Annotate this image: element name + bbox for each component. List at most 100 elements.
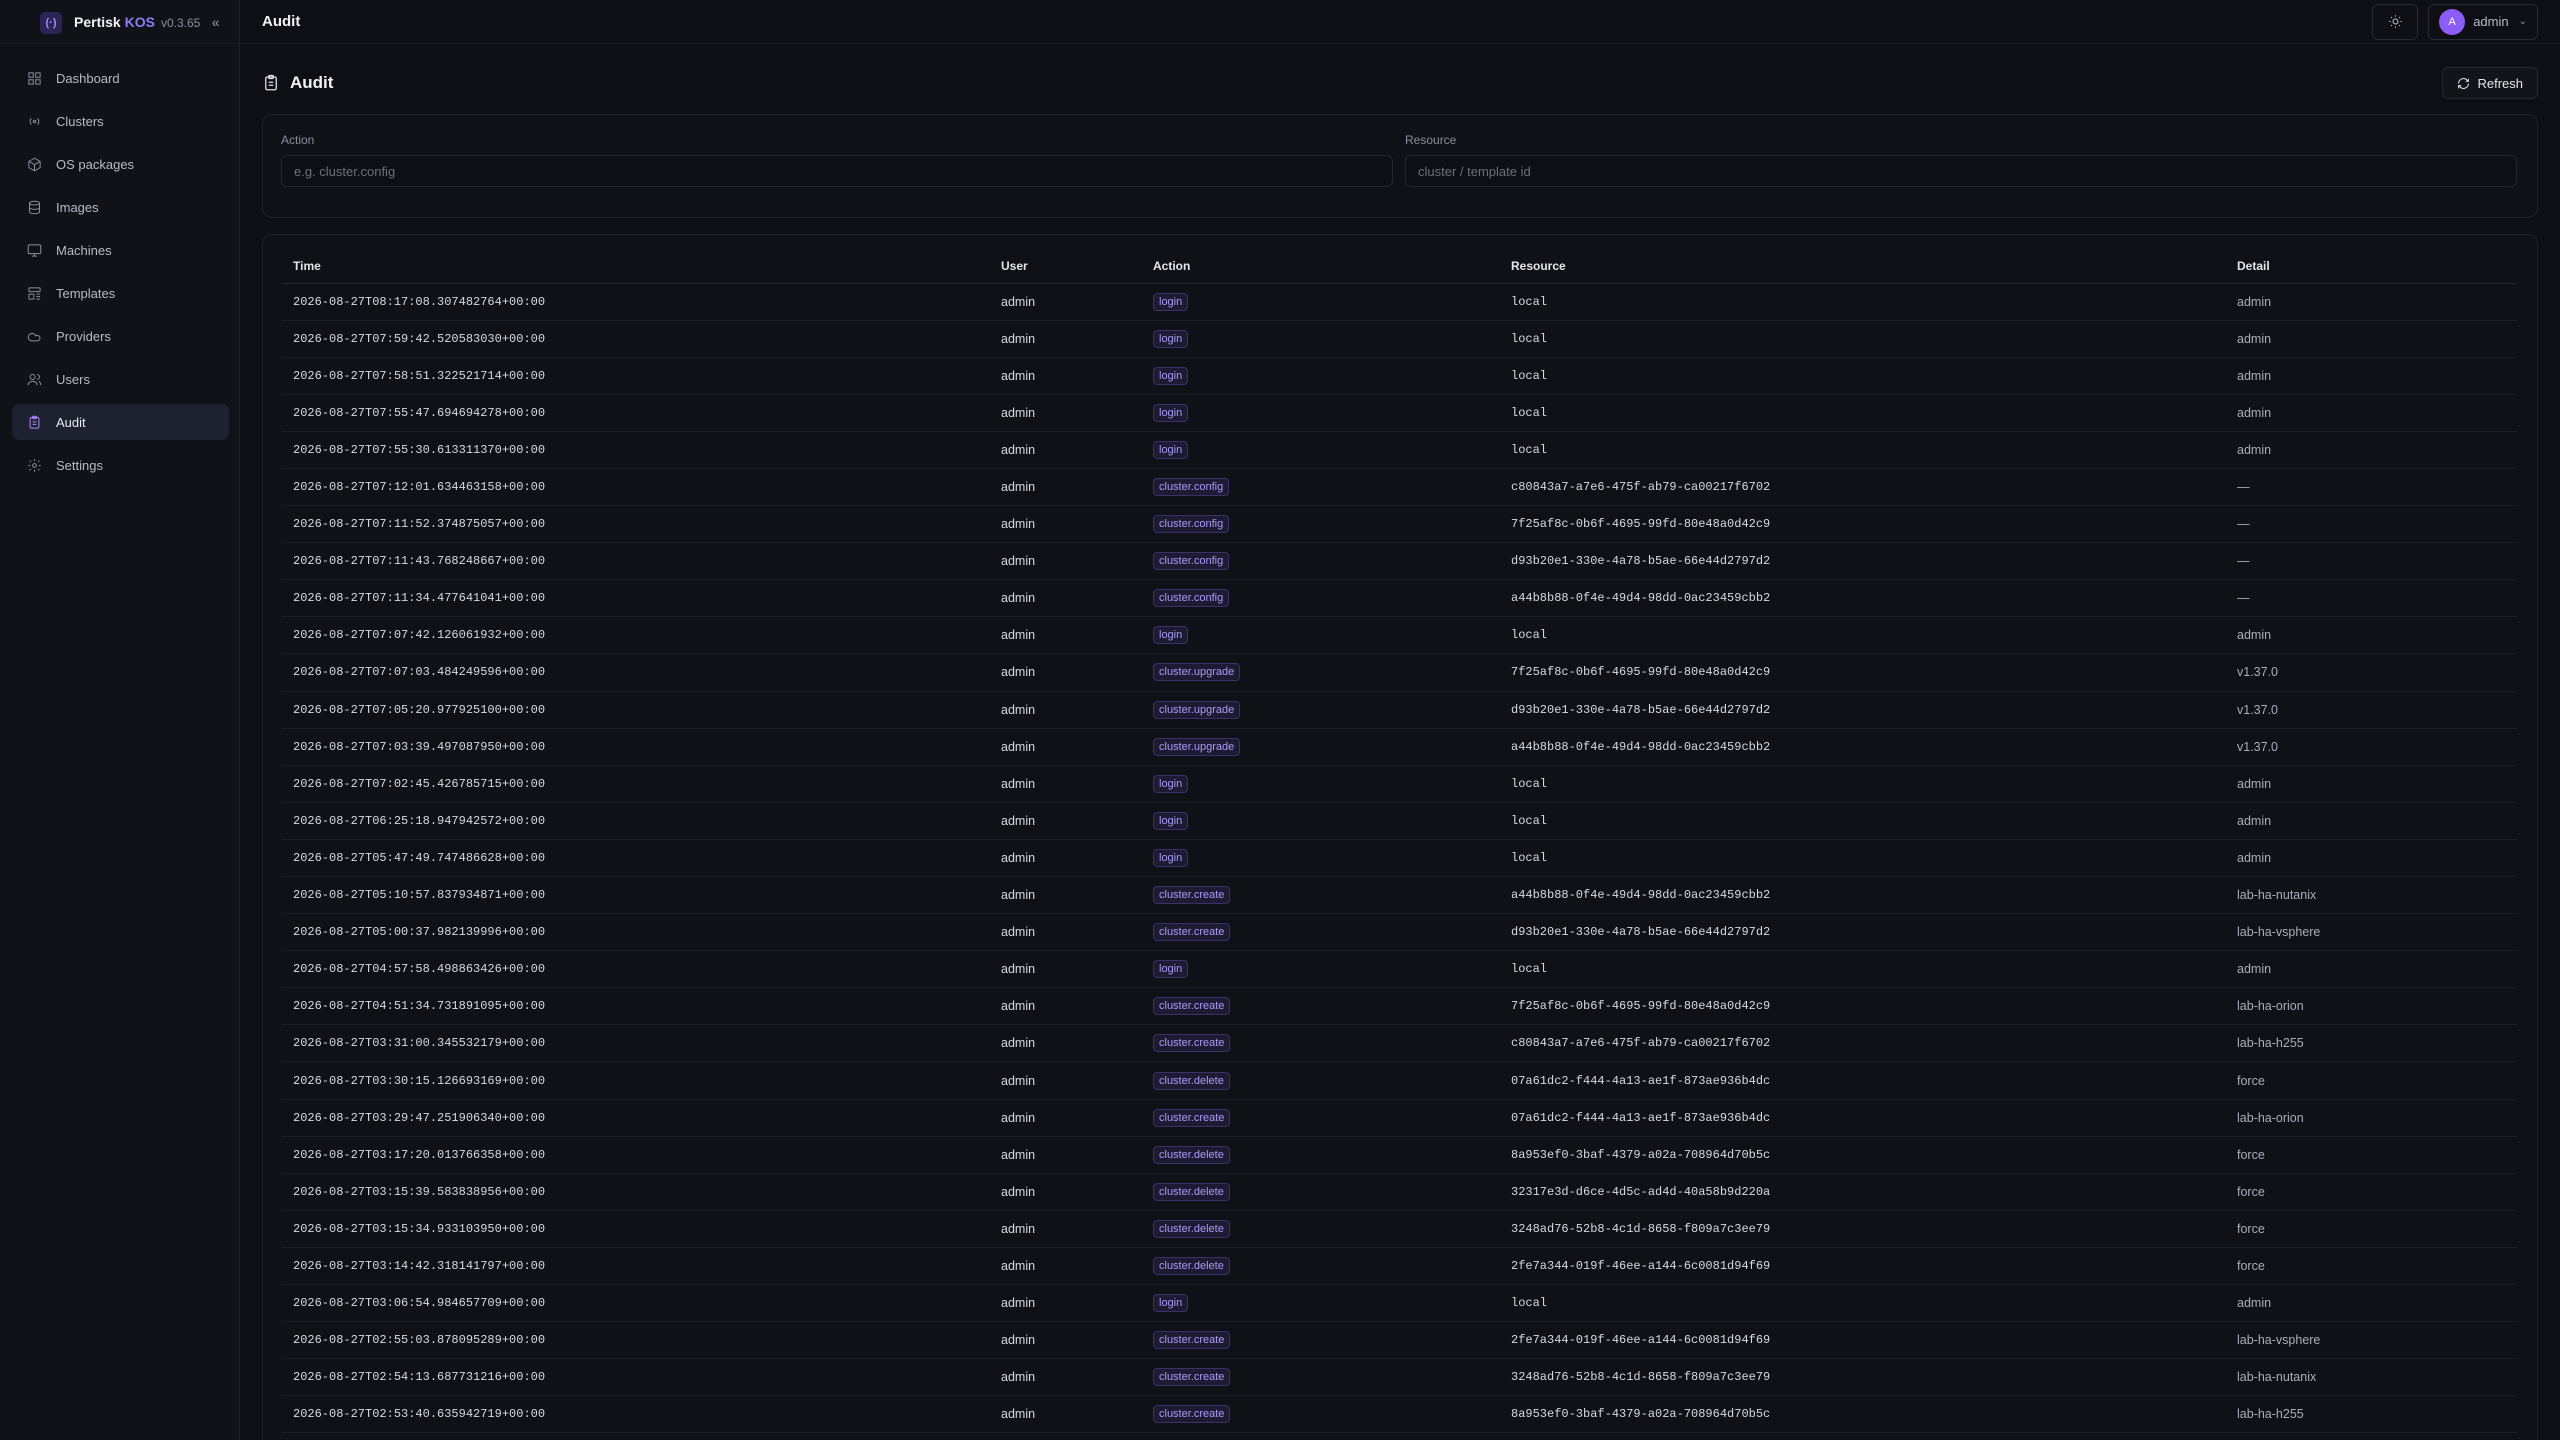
user-cell: admin [989, 839, 1141, 878]
sidebar-item-images[interactable]: Images [12, 189, 229, 225]
collapse-sidebar-button[interactable]: « [206, 11, 225, 33]
table-row[interactable]: 2026-08-27T02:55:03.878095289+00:00 admin… [281, 1321, 2517, 1360]
resource-filter-input[interactable] [1405, 155, 2517, 187]
user-menu-button[interactable]: A admin ⌄ [2428, 3, 2538, 40]
action-cell: cluster.delete [1141, 1247, 1499, 1286]
detail-cell: admin [2225, 320, 2517, 358]
action-badge: cluster.config [1153, 478, 1230, 497]
action-filter-input[interactable] [281, 155, 1393, 187]
detail-cell: lab-ha-nutanix [2225, 876, 2517, 915]
sidebar-item-clusters[interactable]: Clusters [12, 103, 229, 139]
action-cell: login [1141, 283, 1499, 321]
table-row[interactable]: 2026-08-27T07:03:39.497087950+00:00 admin… [281, 728, 2517, 766]
monitor-icon [26, 242, 42, 258]
action-badge: cluster.upgrade [1153, 663, 1241, 682]
table-row[interactable]: 2026-08-27T04:51:34.731891095+00:00 admin… [281, 987, 2517, 1026]
user-cell: admin [989, 1099, 1141, 1137]
action-cell: cluster.config [1141, 579, 1499, 618]
user-cell: admin [989, 913, 1141, 952]
sidebar-item-audit[interactable]: Audit [12, 404, 229, 440]
sidebar-item-machines[interactable]: Machines [12, 232, 229, 268]
table-row[interactable]: 2026-08-27T07:11:34.477641041+00:00 admin… [281, 579, 2517, 618]
time-cell: 2026-08-27T05:47:49.747486628+00:00 [281, 839, 989, 878]
action-badge: cluster.create [1153, 923, 1231, 942]
table-row[interactable]: 2026-08-27T07:02:45.426785715+00:00 admin… [281, 765, 2517, 803]
action-cell: cluster.create [1141, 1099, 1499, 1137]
action-badge: cluster.create [1153, 997, 1231, 1016]
user-cell: admin [989, 765, 1141, 803]
detail-cell: admin [2225, 616, 2517, 655]
time-cell: 2026-08-27T07:05:20.977925100+00:00 [281, 691, 989, 729]
dashboard-icon [26, 70, 42, 86]
sidebar-item-label: Templates [56, 285, 116, 301]
cloud-icon [26, 328, 42, 344]
table-row[interactable]: 2026-08-27T07:55:47.694694278+00:00 admin… [281, 394, 2517, 432]
table-row[interactable]: 2026-08-27T03:31:00.345532179+00:00 admin… [281, 1024, 2517, 1063]
detail-cell: — [2225, 468, 2517, 507]
resource-cell: a44b8b88-0f4e-49d4-98dd-0ac23459cbb2 [1499, 579, 2225, 618]
action-badge: cluster.delete [1153, 1145, 1230, 1164]
time-cell: 2026-08-27T07:12:01.634463158+00:00 [281, 468, 989, 507]
table-row[interactable]: 2026-08-27T07:11:52.374875057+00:00 admin… [281, 505, 2517, 544]
table-row[interactable]: 2026-08-27T03:30:15.126693169+00:00 admin… [281, 1061, 2517, 1100]
action-badge: cluster.create [1153, 1405, 1231, 1424]
table-row[interactable]: 2026-08-27T05:00:37.982139996+00:00 admin… [281, 913, 2517, 952]
table-row[interactable]: 2026-08-27T03:14:42.318141797+00:00 admin… [281, 1247, 2517, 1286]
table-row[interactable]: 2026-08-27T02:53:40.635942719+00:00 admin… [281, 1395, 2517, 1434]
theme-toggle-button[interactable] [2372, 3, 2419, 40]
time-cell: 2026-08-27T07:55:30.613311370+00:00 [281, 431, 989, 469]
sidebar-item-dashboard[interactable]: Dashboard [12, 60, 229, 96]
table-row[interactable]: 2026-08-27T05:47:49.747486628+00:00 admin… [281, 839, 2517, 878]
table-row[interactable]: 2026-08-27T07:58:51.322521714+00:00 admin… [281, 357, 2517, 395]
table-row[interactable]: 2026-08-27T07:07:03.484249596+00:00 admin… [281, 653, 2517, 692]
table-row[interactable]: 2026-08-27T02:54:13.687731216+00:00 admin… [281, 1358, 2517, 1397]
resource-cell: 2fe7a344-019f-46ee-a144-6c0081d94f69 [1499, 1321, 2225, 1360]
detail-cell: admin [2225, 950, 2517, 989]
table-row[interactable]: 2026-08-27T07:07:42.126061932+00:00 admin… [281, 616, 2517, 655]
time-cell: 2026-08-27T07:58:51.322521714+00:00 [281, 357, 989, 395]
time-cell: 2026-08-27T03:14:42.318141797+00:00 [281, 1247, 989, 1286]
resource-cell: a44b8b88-0f4e-49d4-98dd-0ac23459cbb2 [1499, 876, 2225, 915]
action-badge: cluster.delete [1153, 1256, 1230, 1275]
table-row[interactable]: 2026-08-27T03:15:34.933103950+00:00 admin… [281, 1210, 2517, 1248]
brand-name[interactable]: Pertisk KOS v0.3.65 [74, 14, 200, 30]
table-row[interactable]: 2026-08-27T03:06:54.984657709+00:00 admin… [281, 1284, 2517, 1323]
sidebar-item-settings[interactable]: Settings [12, 447, 229, 483]
action-badge: login [1153, 403, 1189, 422]
table-row[interactable]: 2026-08-27T07:12:01.634463158+00:00 admin… [281, 468, 2517, 507]
table-row[interactable]: 2026-08-27T04:57:58.498863426+00:00 admin… [281, 950, 2517, 989]
table-row[interactable]: 2026-08-27T06:25:18.947942572+00:00 admin… [281, 802, 2517, 840]
detail-cell: admin [2225, 1284, 2517, 1323]
action-badge: cluster.config [1153, 589, 1230, 608]
user-cell: admin [989, 1210, 1141, 1248]
time-cell: 2026-08-27T07:07:03.484249596+00:00 [281, 653, 989, 692]
table-row[interactable]: 2026-08-27T07:55:30.613311370+00:00 admin… [281, 431, 2517, 469]
table-row[interactable]: 2026-08-27T03:15:39.583838956+00:00 admin… [281, 1173, 2517, 1211]
time-cell: 2026-08-27T03:15:39.583838956+00:00 [281, 1173, 989, 1211]
user-cell: admin [989, 950, 1141, 989]
sidebar-item-users[interactable]: Users [12, 361, 229, 397]
action-cell: login [1141, 802, 1499, 840]
detail-cell: force [2225, 1247, 2517, 1286]
table-row[interactable]: 2026-08-27T07:05:20.977925100+00:00 admin… [281, 691, 2517, 729]
time-cell: 2026-08-27T08:17:08.307482764+00:00 [281, 283, 989, 321]
sidebar-item-providers[interactable]: Providers [12, 318, 229, 354]
table-row[interactable]: 2026-08-27T05:10:57.837934871+00:00 admin… [281, 876, 2517, 915]
table-row[interactable]: 2026-08-27T03:17:20.013766358+00:00 admin… [281, 1136, 2517, 1174]
action-cell: login [1141, 320, 1499, 358]
action-badge: cluster.upgrade [1153, 700, 1241, 719]
resource-cell: d93b20e1-330e-4a78-b5ae-66e44d2797d2 [1499, 913, 2225, 952]
refresh-button[interactable]: Refresh [2442, 67, 2538, 99]
table-row[interactable]: 2026-08-27T08:17:08.307482764+00:00 admin… [281, 283, 2517, 321]
user-cell: admin [989, 579, 1141, 618]
page-title: Audit [290, 73, 334, 92]
sidebar-item-os-packages[interactable]: OS packages [12, 146, 229, 182]
table-row[interactable]: 2026-08-27T07:11:43.768248667+00:00 admin… [281, 542, 2517, 581]
sidebar-item-templates[interactable]: Templates [12, 275, 229, 311]
detail-cell: admin [2225, 431, 2517, 469]
table-row[interactable]: 2026-08-27T03:29:47.251906340+00:00 admin… [281, 1099, 2517, 1137]
action-filter-label: Action [281, 133, 315, 147]
table-row[interactable]: 2026-08-27T07:59:42.520583030+00:00 admin… [281, 320, 2517, 358]
detail-cell: admin [2225, 394, 2517, 432]
time-cell: 2026-08-27T05:00:37.982139996+00:00 [281, 913, 989, 952]
